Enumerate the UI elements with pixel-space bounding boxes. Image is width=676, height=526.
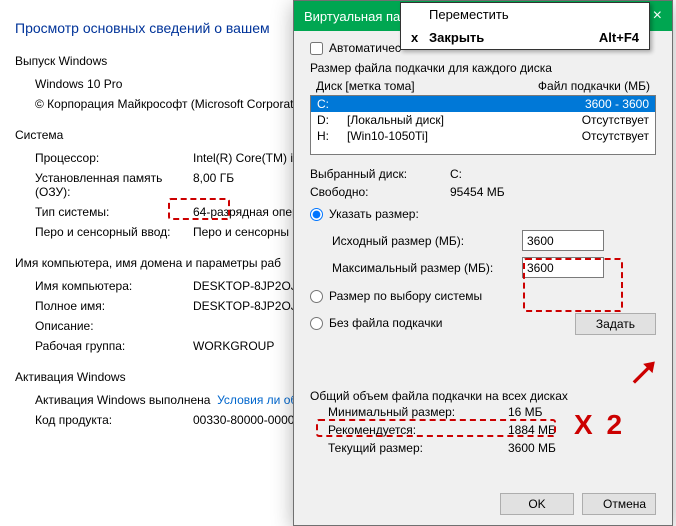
initial-size-label: Исходный размер (МБ): (332, 234, 522, 248)
disk-header-pf: Файл подкачки (МБ) (538, 79, 650, 93)
selected-disk-label: Выбранный диск: (310, 167, 450, 181)
set-button[interactable]: Задать (575, 313, 656, 335)
ram-label: Установленная память (ОЗУ): (35, 171, 193, 199)
pen-label: Перо и сенсорный ввод: (35, 225, 193, 239)
radio-system-managed[interactable] (310, 290, 323, 303)
initial-size-input[interactable] (522, 230, 604, 251)
desc-label: Описание: (35, 319, 193, 333)
systype-label: Тип системы: (35, 205, 193, 219)
pen-value: Перо и сенсорны (193, 225, 289, 239)
disk-listbox[interactable]: C:3600 - 3600 D:[Локальный диск]Отсутств… (310, 95, 656, 155)
min-size-label: Минимальный размер: (328, 405, 508, 419)
max-size-input[interactable] (522, 257, 604, 278)
wg-label: Рабочая группа: (35, 339, 193, 353)
annotation-x2: X 2 (574, 409, 625, 441)
pid-label: Код продукта: (35, 413, 193, 427)
sysmenu-move[interactable]: Переместить (401, 3, 649, 26)
recommended-label: Рекомендуется: (328, 423, 508, 437)
recommended-value: 1884 МБ (508, 423, 556, 437)
sysmenu-hotkey: Alt+F4 (599, 30, 639, 45)
max-size-label: Максимальный размер (МБ): (332, 261, 522, 275)
radio-custom-size[interactable] (310, 208, 323, 221)
systype-value: 64-разрядная опер (193, 205, 299, 219)
auto-manage-label: Автоматичес (329, 41, 401, 55)
free-space-value: 95454 МБ (450, 185, 505, 199)
radio-no-pagefile[interactable] (310, 317, 323, 330)
pcname-label: Имя компьютера: (35, 279, 193, 293)
radio-custom-size-label: Указать размер: (329, 207, 419, 221)
current-size-label: Текущий размер: (328, 441, 508, 455)
disk-row[interactable]: H:[Win10-1050Ti]Отсутствует (311, 128, 655, 144)
disk-row[interactable]: D:[Локальный диск]Отсутствует (311, 112, 655, 128)
full-label: Полное имя: (35, 299, 193, 313)
radio-system-managed-label: Размер по выбору системы (329, 289, 482, 303)
activation-status: Активация Windows выполнена (35, 393, 210, 407)
full-value: DESKTOP-8JP2OJT (193, 299, 304, 313)
min-size-value: 16 МБ (508, 405, 543, 419)
auto-manage-checkbox[interactable] (310, 42, 323, 55)
current-size-value: 3600 МБ (508, 441, 556, 455)
pagefile-group-label: Размер файла подкачки для каждого диска (310, 61, 656, 75)
cancel-button[interactable]: Отмена (582, 493, 656, 515)
total-pagefile-label: Общий объем файла подкачки на всех диска… (310, 389, 656, 403)
close-icon: x (411, 30, 429, 45)
cpu-label: Процессор: (35, 151, 193, 165)
pcname-value: DESKTOP-8JP2OJT (193, 279, 304, 293)
edition-value: Windows 10 Pro (35, 77, 122, 91)
sysmenu-close[interactable]: xЗакрытьAlt+F4 (401, 26, 649, 49)
window-system-menu[interactable]: Переместить xЗакрытьAlt+F4 (400, 2, 650, 50)
close-icon[interactable]: × (653, 7, 662, 25)
ram-value: 8,00 ГБ (193, 171, 234, 199)
selected-disk-value: C: (450, 167, 462, 181)
wg-value: WORKGROUP (193, 339, 274, 353)
disk-row[interactable]: C:3600 - 3600 (311, 96, 655, 112)
radio-no-pagefile-label: Без файла подкачки (329, 316, 442, 330)
disk-header-disk: Диск [метка тома] (316, 79, 466, 93)
cpu-value: Intel(R) Core(TM) i (193, 151, 293, 165)
free-space-label: Свободно: (310, 185, 450, 199)
ok-button[interactable]: OK (500, 493, 574, 515)
virtual-memory-dialog: Виртуальная память × Автоматичес Размер … (293, 0, 673, 526)
